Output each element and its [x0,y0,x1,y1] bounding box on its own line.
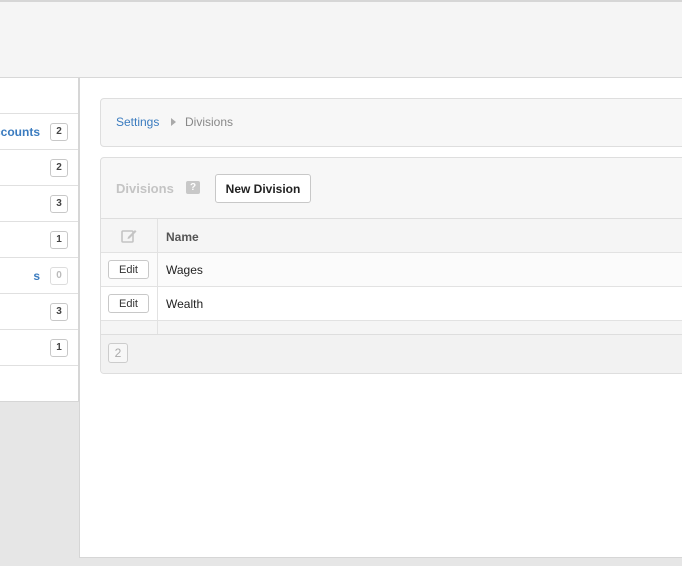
count-badge: 2 [50,159,68,177]
count-badge: 1 [50,231,68,249]
breadcrumb-settings-link[interactable]: Settings [116,115,159,129]
column-divider [157,219,158,252]
new-division-button[interactable]: New Division [215,174,311,203]
sidebar-item-4[interactable]: 1 [0,222,78,258]
panel-title: Divisions [116,181,174,196]
column-divider [157,253,158,286]
sidebar-item-7[interactable]: 1 [0,330,78,366]
division-name: Wealth [166,297,204,311]
help-icon[interactable]: ? [186,181,200,194]
edit-button[interactable]: Edit [108,260,149,279]
column-divider [157,287,158,320]
sidebar-item-3[interactable]: 3 [0,186,78,222]
table-footer-row [101,321,682,335]
panel-header: Divisions ? New Division [101,158,682,219]
sidebar-item-5[interactable]: s 0 [0,258,78,294]
main-content: Settings Divisions Divisions ? New Divis… [79,78,682,558]
count-badge: 1 [50,339,68,357]
table-header: Name [101,219,682,253]
count-badge: 2 [50,123,68,141]
sidebar-header [0,78,78,114]
sidebar-item-label: Accounts [0,125,40,139]
count-badge: 3 [50,195,68,213]
table-row: Edit Wages [101,253,682,287]
pagination: 2 [101,335,682,373]
breadcrumb-separator-icon [171,118,176,126]
sidebar-item-2[interactable]: 2 [0,150,78,186]
breadcrumb: Settings Divisions [100,98,682,147]
table-row: Edit Wealth [101,287,682,321]
top-header-bar [0,0,682,78]
sidebar-item-accounts[interactable]: Accounts 2 [0,114,78,150]
sidebar-footer-area [0,437,79,566]
edit-icon [121,230,137,243]
edit-button[interactable]: Edit [108,294,149,313]
sidebar-item-6[interactable]: 3 [0,294,78,330]
division-name: Wages [166,263,203,277]
sidebar: Accounts 2 2 3 1 s 0 3 1 [0,78,79,402]
page-number-button[interactable]: 2 [108,343,128,363]
column-header-name[interactable]: Name [166,230,199,244]
sidebar-item-label: s [33,269,40,283]
column-divider [157,321,158,334]
divisions-panel: Divisions ? New Division Name Edit Wages… [100,157,682,374]
count-badge: 0 [50,267,68,285]
count-badge: 3 [50,303,68,321]
breadcrumb-current: Divisions [185,115,234,129]
